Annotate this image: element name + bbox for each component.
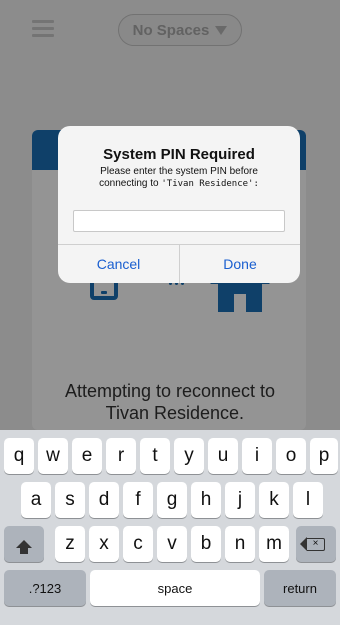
shift-key[interactable] xyxy=(4,526,44,562)
key-a[interactable]: a xyxy=(21,482,51,518)
backspace-key[interactable]: × xyxy=(296,526,336,562)
dialog-message-prefix: connecting to xyxy=(99,178,162,189)
key-q[interactable]: q xyxy=(4,438,34,474)
dialog-message: Please enter the system PIN before conne… xyxy=(66,166,292,190)
key-h[interactable]: h xyxy=(191,482,221,518)
key-f[interactable]: f xyxy=(123,482,153,518)
key-i[interactable]: i xyxy=(242,438,272,474)
key-r[interactable]: r xyxy=(106,438,136,474)
key-b[interactable]: b xyxy=(191,526,221,562)
cancel-button[interactable]: Cancel xyxy=(58,245,179,283)
key-k[interactable]: k xyxy=(259,482,289,518)
key-n[interactable]: n xyxy=(225,526,255,562)
key-x[interactable]: x xyxy=(89,526,119,562)
key-u[interactable]: u xyxy=(208,438,238,474)
key-j[interactable]: j xyxy=(225,482,255,518)
return-key[interactable]: return xyxy=(264,570,336,606)
key-s[interactable]: s xyxy=(55,482,85,518)
onscreen-keyboard: q w e r t y u i o p a s d f g h j k l z … xyxy=(0,430,340,625)
shift-icon xyxy=(16,540,32,554)
key-d[interactable]: d xyxy=(89,482,119,518)
key-l[interactable]: l xyxy=(293,482,323,518)
key-z[interactable]: z xyxy=(55,526,85,562)
key-w[interactable]: w xyxy=(38,438,68,474)
key-m[interactable]: m xyxy=(259,526,289,562)
app-screen: No Spaces Attempting to reconnect to Tiv… xyxy=(0,0,340,625)
space-key[interactable]: space xyxy=(90,570,260,606)
pin-input[interactable] xyxy=(73,210,285,232)
dialog-title: System PIN Required xyxy=(103,146,255,163)
key-g[interactable]: g xyxy=(157,482,187,518)
dialog-message-line-1: Please enter the system PIN before xyxy=(100,166,258,177)
key-o[interactable]: o xyxy=(276,438,306,474)
key-p[interactable]: p xyxy=(310,438,338,474)
dialog-message-line-2: connecting to 'Tivan Residence': xyxy=(66,178,292,190)
backspace-icon: × xyxy=(300,536,325,551)
key-e[interactable]: e xyxy=(72,438,102,474)
residence-name: 'Tivan Residence': xyxy=(161,179,259,189)
done-button[interactable]: Done xyxy=(180,245,300,283)
key-c[interactable]: c xyxy=(123,526,153,562)
key-v[interactable]: v xyxy=(157,526,187,562)
key-t[interactable]: t xyxy=(140,438,170,474)
numbers-key[interactable]: .?123 xyxy=(4,570,86,606)
key-y[interactable]: y xyxy=(174,438,204,474)
pin-dialog: System PIN Required Please enter the sys… xyxy=(58,126,300,283)
